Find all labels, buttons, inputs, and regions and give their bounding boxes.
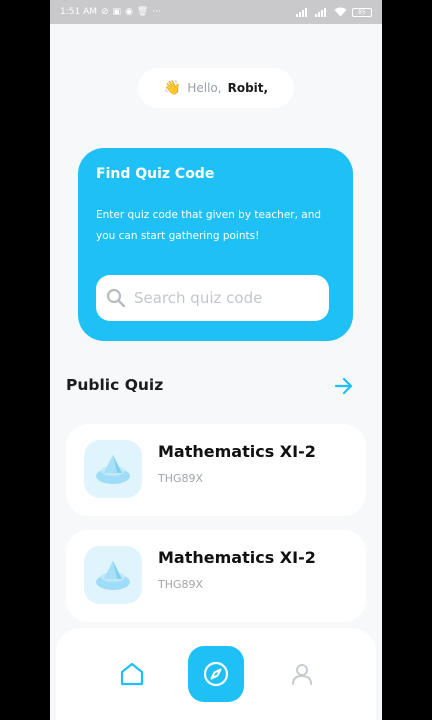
waving-hand-icon: 👋 xyxy=(163,80,182,96)
trash-icon: 🗑 xyxy=(136,6,149,17)
public-quiz-item[interactable]: Mathematics XI-2 THG89X xyxy=(66,424,366,516)
quiz-cone-icon xyxy=(96,455,130,484)
signal-icon xyxy=(296,7,307,17)
status-bar: 1:51 AM ⊘ ▣ ◉ 🗑 ··· 85 xyxy=(50,0,382,24)
quiz-item-code: THG89X xyxy=(158,578,204,591)
arrow-right-icon xyxy=(334,377,353,395)
find-quiz-description: Enter quiz code that given by teacher, a… xyxy=(96,209,322,242)
quiz-code-search-input[interactable] xyxy=(134,289,314,307)
quiz-item-icon-tile xyxy=(84,546,142,604)
status-left: 1:51 AM ⊘ ▣ ◉ 🗑 ··· xyxy=(60,7,161,17)
quiz-cone-icon xyxy=(96,561,130,590)
quiz-item-title: Mathematics XI-2 xyxy=(158,548,316,567)
greeting-pill: 👋 Hello, Robit, xyxy=(138,68,294,108)
find-quiz-title: Find Quiz Code xyxy=(96,166,215,182)
search-icon xyxy=(106,288,126,308)
nav-profile-button[interactable] xyxy=(274,646,330,702)
signal-icon-2 xyxy=(315,7,326,17)
status-time: 1:51 AM xyxy=(60,7,97,17)
battery-level: 85 xyxy=(358,8,366,16)
public-quiz-see-all-button[interactable] xyxy=(332,374,356,398)
search-box[interactable] xyxy=(96,275,329,321)
nav-home-button[interactable] xyxy=(104,646,160,702)
public-quiz-title: Public Quiz xyxy=(66,376,164,394)
notification-muted-icon: ⊘ xyxy=(101,6,109,17)
greeting-hello: Hello, xyxy=(187,81,222,95)
nav-explore-button[interactable] xyxy=(188,646,244,702)
quiz-item-code: THG89X xyxy=(158,472,204,485)
app-screen: 1:51 AM ⊘ ▣ ◉ 🗑 ··· 85 👋 Hello, Robit, F… xyxy=(50,0,382,720)
status-more: ··· xyxy=(152,7,161,17)
bottom-navigation xyxy=(56,628,376,720)
quiz-item-title: Mathematics XI-2 xyxy=(158,442,316,461)
home-icon xyxy=(120,662,144,686)
notification-app-icon: ▣ xyxy=(112,6,122,17)
messenger-icon: ◉ xyxy=(125,6,133,17)
battery-icon: 85 xyxy=(352,7,372,17)
public-quiz-item[interactable]: Mathematics XI-2 THG89X xyxy=(66,530,366,622)
profile-icon xyxy=(292,664,312,685)
wifi-icon xyxy=(334,7,347,17)
compass-icon xyxy=(203,661,229,687)
find-quiz-card: Find Quiz Code Enter quiz code that give… xyxy=(78,148,353,341)
greeting-username: Robit, xyxy=(227,81,269,95)
quiz-item-icon-tile xyxy=(84,440,142,498)
status-right: 85 xyxy=(296,7,372,17)
